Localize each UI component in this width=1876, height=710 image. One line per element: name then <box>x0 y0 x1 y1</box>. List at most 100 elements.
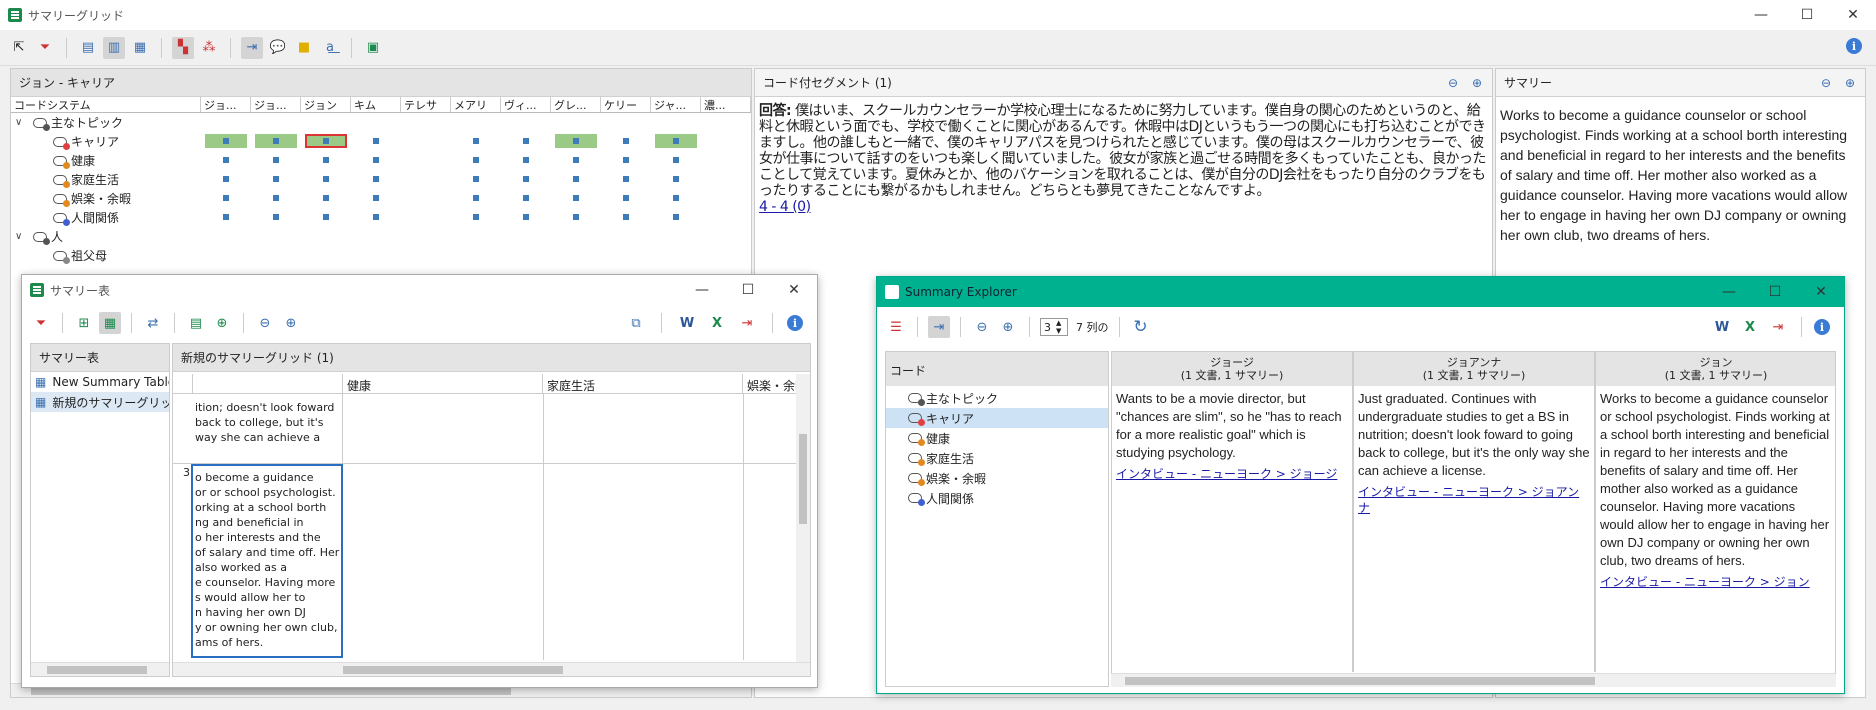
grid-mark[interactable] <box>373 195 379 201</box>
st-code-icon[interactable]: ⊕ <box>211 312 233 334</box>
se-code-item[interactable]: 人間関係 <box>886 488 1108 508</box>
grid-mark[interactable] <box>273 214 279 220</box>
grid-mark[interactable] <box>223 138 229 144</box>
grid-mark[interactable] <box>473 138 479 144</box>
st-maximize-icon[interactable]: ☐ <box>725 275 771 305</box>
se-show-segments-icon[interactable]: ⇥ <box>928 316 950 338</box>
segment-link[interactable]: 4 - 4 (0) <box>759 199 811 215</box>
grid-mark[interactable] <box>273 176 279 182</box>
grid-mark[interactable] <box>373 138 379 144</box>
grid-mark[interactable] <box>323 176 329 182</box>
grid-mark[interactable] <box>673 195 679 201</box>
se-maximize-icon[interactable]: ☐ <box>1752 277 1798 307</box>
summary-table-icon[interactable]: ▣ <box>362 37 384 59</box>
se-info-icon[interactable]: i <box>1814 319 1830 335</box>
grid-column-6[interactable]: ヴィ... <box>501 97 551 112</box>
grid-mark[interactable] <box>523 157 529 163</box>
expander-icon[interactable]: ∨ <box>15 117 33 128</box>
st-copy-icon[interactable]: ⧉ <box>625 312 647 334</box>
se-column-text[interactable]: Works to become a guidance counselor or … <box>1596 386 1835 574</box>
grid-mark[interactable] <box>323 214 329 220</box>
grid-mark[interactable] <box>523 214 529 220</box>
grid-column-4[interactable]: テレサ <box>401 97 451 112</box>
close-icon[interactable]: ✕ <box>1830 0 1876 30</box>
grid-mark[interactable] <box>523 138 529 144</box>
code-relations-icon[interactable]: ⁂ <box>198 37 220 59</box>
se-column-link[interactable]: インタビュー - ニューヨーク > ジョアンナ <box>1354 484 1594 516</box>
se-excel-icon[interactable]: X <box>1739 316 1761 338</box>
se-word-icon[interactable]: W <box>1711 316 1733 338</box>
grid-mark[interactable] <box>623 157 629 163</box>
grid-column-9[interactable]: ジャ... <box>651 97 701 112</box>
se-close-icon[interactable]: ✕ <box>1798 277 1844 307</box>
st-close-icon[interactable]: ✕ <box>771 275 817 305</box>
zoom-in-icon[interactable]: ⊕ <box>1472 76 1482 90</box>
se-code-item[interactable]: 娯楽・余暇 <box>886 468 1108 488</box>
code-tree-row[interactable]: 健康 <box>11 151 751 170</box>
se-column-link[interactable]: インタビュー - ニューヨーク > ジョン <box>1596 574 1835 590</box>
minimize-icon[interactable]: — <box>1738 0 1784 30</box>
st-minimize-icon[interactable]: — <box>679 275 725 305</box>
st-info-icon[interactable]: i <box>787 315 803 331</box>
st-row2-cell[interactable]: o become a guidance or or school psychol… <box>191 464 343 658</box>
grid-mark[interactable] <box>323 157 329 163</box>
se-minimize-icon[interactable]: — <box>1706 277 1752 307</box>
code-tree-row[interactable]: キャリア <box>11 132 751 151</box>
se-zoom-out-icon[interactable]: ⊖ <box>971 316 993 338</box>
grid-mark[interactable] <box>673 138 679 144</box>
code-tree-row[interactable]: ∨ 人 <box>11 227 751 246</box>
st-col-leisure[interactable]: 娯楽・余暇 <box>743 374 798 394</box>
se-column-text[interactable]: Just graduated. Continues with undergrad… <box>1354 386 1594 484</box>
se-refresh-icon[interactable]: ↻ <box>1130 316 1152 338</box>
grid-column-2[interactable]: ジョン <box>301 97 351 112</box>
grid-mark[interactable] <box>573 138 579 144</box>
se-column-header[interactable]: ジョアンナ (1 文書, 1 サマリー) <box>1354 352 1594 386</box>
grid-mark[interactable] <box>473 157 479 163</box>
grid-mark[interactable] <box>573 176 579 182</box>
layout-full-icon[interactable]: ▦ <box>129 37 151 59</box>
grid-mark[interactable] <box>623 138 629 144</box>
st-export-icon[interactable]: ⇥ <box>736 312 758 334</box>
se-column-header[interactable]: ジョージ (1 文書, 1 サマリー) <box>1112 352 1352 386</box>
se-code-item[interactable]: キャリア <box>886 408 1108 428</box>
st-list-item[interactable]: ▦ 新規のサマリーグリッド (1 <box>31 392 169 412</box>
st-zoom-out-icon[interactable]: ⊖ <box>254 312 276 334</box>
code-tree-row[interactable]: 娯楽・余暇 <box>11 189 751 208</box>
export-icon[interactable]: ⇱ <box>8 37 30 59</box>
se-column-text[interactable]: Wants to be a movie director, but "chanc… <box>1112 386 1352 466</box>
st-word-icon[interactable]: W <box>676 312 698 334</box>
grid-mark[interactable] <box>223 195 229 201</box>
code-tree-row[interactable]: ∨ 主なトピック <box>11 113 751 132</box>
se-code-item[interactable]: 健康 <box>886 428 1108 448</box>
se-code-item[interactable]: 家庭生活 <box>886 448 1108 468</box>
grid-mark[interactable] <box>273 157 279 163</box>
grid-mark[interactable] <box>473 176 479 182</box>
grid-mark[interactable] <box>523 176 529 182</box>
grid-mark[interactable] <box>623 214 629 220</box>
st-row1-cell[interactable]: ition; doesn't look foward back to colle… <box>193 394 343 464</box>
se-export-icon[interactable]: ⇥ <box>1767 316 1789 338</box>
grid-column-1[interactable]: ジョ... <box>251 97 301 112</box>
code-matrix-icon[interactable]: ▚ <box>172 36 194 59</box>
code-tree-row[interactable]: 家庭生活 <box>11 170 751 189</box>
info-icon[interactable]: i <box>1846 38 1862 54</box>
grid-column-7[interactable]: グレ... <box>551 97 601 112</box>
st-col-health[interactable]: 健康 <box>343 374 543 394</box>
se-column-link[interactable]: インタビュー - ニューヨーク > ジョージ <box>1112 466 1352 482</box>
st-doc-icon[interactable]: ▤ <box>185 312 207 334</box>
st-transpose-icon[interactable]: ⇄ <box>142 312 164 334</box>
expander-icon[interactable]: ∨ <box>15 231 33 242</box>
se-hscroll[interactable] <box>1111 673 1836 687</box>
memo-icon[interactable]: ■ <box>293 37 315 59</box>
summary-text[interactable]: Works to become a guidance counselor or … <box>1496 97 1865 253</box>
grid-mark[interactable] <box>223 157 229 163</box>
st-list-item[interactable]: ▦ New Summary Table ( <box>31 372 169 392</box>
code-tree-row[interactable]: 人間関係 <box>11 208 751 227</box>
st-zoom-in-icon[interactable]: ⊕ <box>280 312 302 334</box>
grid-mark[interactable] <box>673 214 679 220</box>
grid-mark[interactable] <box>323 195 329 201</box>
grid-column-8[interactable]: ケリー <box>601 97 651 112</box>
grid-mark[interactable] <box>523 195 529 201</box>
grid-mark[interactable] <box>223 176 229 182</box>
grid-mark[interactable] <box>673 157 679 163</box>
